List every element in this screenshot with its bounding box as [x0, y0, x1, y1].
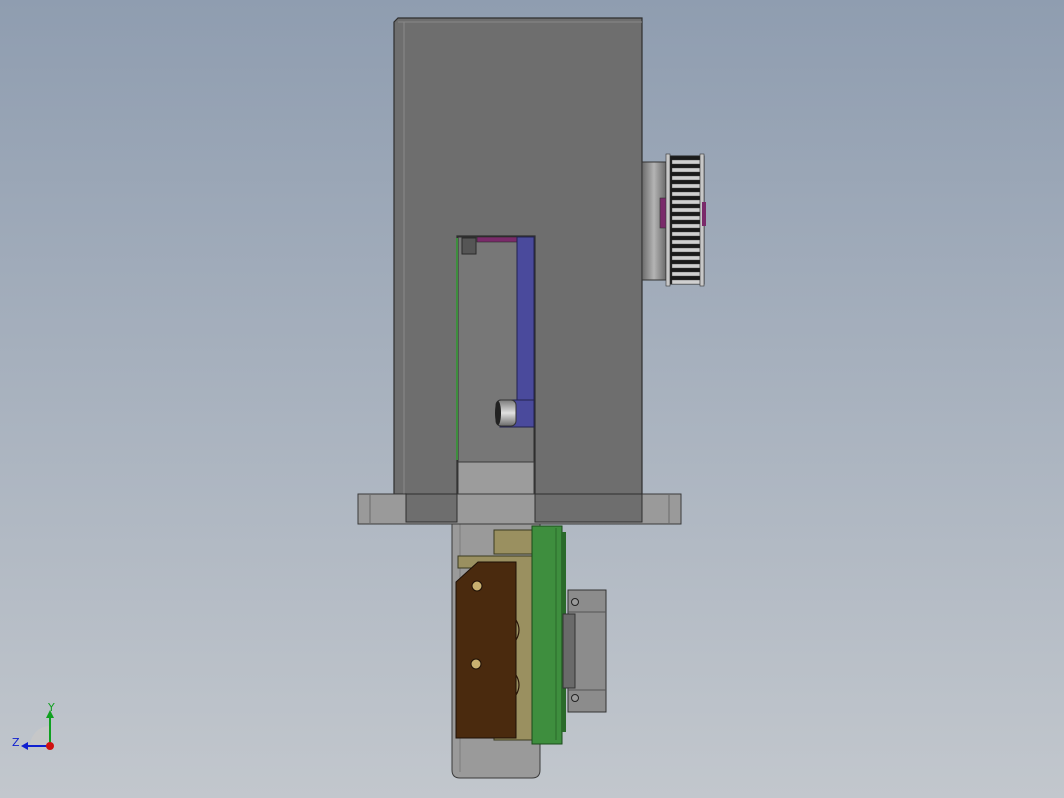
z-axis-label: Z	[12, 736, 20, 749]
pivot-pin	[476, 236, 518, 243]
x-axis-marker	[46, 742, 54, 750]
timing-pulley	[641, 153, 706, 287]
pulley-tooth	[671, 207, 701, 213]
micro-switch	[455, 561, 520, 739]
pulley-tooth	[671, 191, 701, 197]
pulley-tooth	[671, 215, 701, 221]
mounting-screw-top	[471, 580, 483, 592]
pulley-tooth	[671, 271, 701, 277]
pulley-tooth	[671, 279, 701, 285]
cad-model-view[interactable]: Y Z	[0, 0, 1064, 798]
pulley-tooth	[671, 167, 701, 173]
pulley-tooth	[671, 231, 701, 237]
pulley-tooth	[671, 239, 701, 245]
circuit-board	[531, 525, 566, 745]
pulley-tooth	[671, 223, 701, 229]
corner-block	[461, 237, 477, 255]
pulley-tooth	[671, 247, 701, 253]
base-flange	[357, 493, 682, 525]
side-connector	[562, 589, 607, 713]
pulley-tooth	[671, 199, 701, 205]
pulley-tooth	[671, 159, 701, 165]
cad-viewport[interactable]: Y Z	[0, 0, 1064, 798]
coordinate-triad: Y Z	[12, 701, 55, 750]
pulley-tooth	[671, 255, 701, 261]
pulley-tooth	[671, 263, 701, 269]
y-axis-label: Y	[47, 701, 55, 714]
lever-roller	[495, 399, 517, 427]
pulley-tooth	[671, 183, 701, 189]
z-axis-arrow-head	[21, 742, 28, 750]
pulley-tooth	[671, 175, 701, 181]
mounting-screw-bottom	[470, 658, 482, 670]
